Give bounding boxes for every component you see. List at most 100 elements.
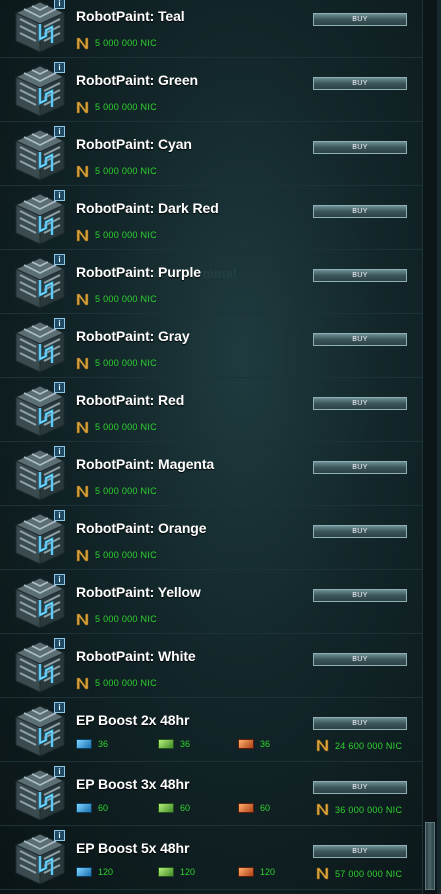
info-icon[interactable]: i [54,318,65,329]
buy-button[interactable]: BUY [313,13,407,26]
buy-button[interactable]: BUY [313,205,407,218]
info-icon[interactable]: i [54,702,65,713]
nic-icon [316,867,335,880]
nic-price: 24 600 000 NIC [316,739,402,752]
info-icon[interactable]: i [54,126,65,137]
blue-token-cost: 36 [76,739,108,749]
buy-button[interactable]: BUY [313,717,407,730]
item-row: i EP Boost 5x 48hr BUY 120 120 120 57 000 000… [0,826,422,890]
info-icon[interactable]: i [54,766,65,777]
buy-button[interactable]: BUY [313,397,407,410]
blue-token-icon [76,803,92,813]
info-icon[interactable]: i [54,830,65,841]
nic-price: 5 000 000 NIC [76,356,157,370]
item-row: i RobotPaint: Orange BUY 5 000 000 NIC [0,506,422,570]
red-token-amount: 36 [260,739,271,749]
blue-token-icon [76,867,92,877]
item-name: RobotPaint: Yellow [76,584,201,600]
item-row: i RobotPaint: White BUY 5 000 000 NIC [0,634,422,698]
buy-button[interactable]: BUY [313,461,407,474]
nic-price: 5 000 000 NIC [76,612,157,626]
nic-price: 36 000 000 NIC [316,803,402,816]
blue-token-amount: 36 [98,739,109,749]
buy-button[interactable]: BUY [313,269,407,282]
scrollbar-thumb[interactable] [425,822,435,890]
item-name: EP Boost 3x 48hr [76,776,190,792]
nic-icon [76,229,95,242]
item-name: RobotPaint: Red [76,392,185,408]
info-icon[interactable]: i [54,638,65,649]
window-edge [437,0,441,894]
item-row: i RobotPaint: Magenta BUY 5 000 000 NIC [0,442,422,506]
info-icon[interactable]: i [54,510,65,521]
buy-button[interactable]: BUY [313,525,407,538]
item-row: i RobotPaint: Cyan BUY 5 000 000 NIC [0,122,422,186]
item-name: RobotPaint: Dark Red [76,200,219,216]
item-price: 24 600 000 NIC [335,740,403,751]
red-token-amount: 60 [260,803,271,813]
item-row: i EP Boost 2x 48hr BUY 36 36 36 24 600 000 NI… [0,698,422,762]
info-icon[interactable]: i [54,190,65,201]
info-icon[interactable]: i [54,62,65,73]
info-icon[interactable]: i [54,254,65,265]
item-name: RobotPaint: Cyan [76,136,192,152]
nic-price: 5 000 000 NIC [76,228,157,242]
blue-token-icon [76,739,92,749]
nic-icon [76,549,95,562]
item-price: 5 000 000 NIC [95,550,157,560]
buy-button[interactable]: BUY [313,141,407,154]
item-price: 5 000 000 NIC [95,38,157,48]
red-token-cost: 120 [238,867,275,877]
nic-price: 5 000 000 NIC [76,548,157,562]
nic-price: 5 000 000 NIC [76,100,157,114]
item-row: i RobotPaint: Teal BUY 5 000 000 NIC [0,0,422,58]
nic-price: 57 000 000 NIC [316,867,402,880]
buy-button[interactable]: BUY [313,781,407,794]
item-price: 5 000 000 NIC [95,678,157,688]
green-token-amount: 120 [180,867,196,877]
item-price: 5 000 000 NIC [95,230,157,240]
item-name: RobotPaint: Green [76,72,198,88]
nic-icon [76,485,95,498]
boost-costs: 60 60 60 36 000 000 NIC [76,803,412,817]
item-row: i RobotPaint: Yellow BUY 5 000 000 NIC [0,570,422,634]
nic-icon [76,357,95,370]
info-icon[interactable]: i [54,0,65,9]
nic-price: 5 000 000 NIC [76,164,157,178]
buy-button[interactable]: BUY [313,333,407,346]
item-list: i RobotPaint: Teal BUY 5 000 000 NIC i Robo… [0,0,422,890]
item-price: 5 000 000 NIC [95,294,157,304]
item-row: i RobotPaint: Gray BUY 5 000 000 NIC [0,314,422,378]
market-window: Main Terminal i RobotPaint: Teal BUY 5 000… [0,0,441,894]
item-row: i RobotPaint: Green BUY 5 000 000 NIC [0,58,422,122]
nic-icon [76,101,95,114]
scrollbar[interactable] [422,0,438,894]
buy-button[interactable]: BUY [313,77,407,90]
buy-button[interactable]: BUY [313,653,407,666]
nic-price: 5 000 000 NIC [76,292,157,306]
green-token-icon [158,739,174,749]
item-row: i RobotPaint: Dark Red BUY 5 000 000 NIC [0,186,422,250]
blue-token-cost: 60 [76,803,108,813]
item-name: EP Boost 5x 48hr [76,840,190,856]
item-price: 57 000 000 NIC [335,868,403,879]
green-token-amount: 36 [180,739,191,749]
nic-price: 5 000 000 NIC [76,484,157,498]
item-row: i RobotPaint: Purple BUY 5 000 000 NIC [0,250,422,314]
nic-icon [76,165,95,178]
info-icon[interactable]: i [54,382,65,393]
buy-button[interactable]: BUY [313,845,407,858]
buy-button[interactable]: BUY [313,589,407,602]
green-token-cost: 60 [158,803,190,813]
item-price: 5 000 000 NIC [95,102,157,112]
green-token-cost: 36 [158,739,190,749]
info-icon[interactable]: i [54,446,65,457]
boost-costs: 120 120 120 57 000 000 NIC [76,867,412,881]
green-token-icon [158,803,174,813]
red-token-icon [238,803,254,813]
nic-icon [76,613,95,626]
nic-price: 5 000 000 NIC [76,676,157,690]
info-icon[interactable]: i [54,574,65,585]
nic-icon [76,293,95,306]
boost-costs: 36 36 36 24 600 000 NIC [76,739,412,753]
